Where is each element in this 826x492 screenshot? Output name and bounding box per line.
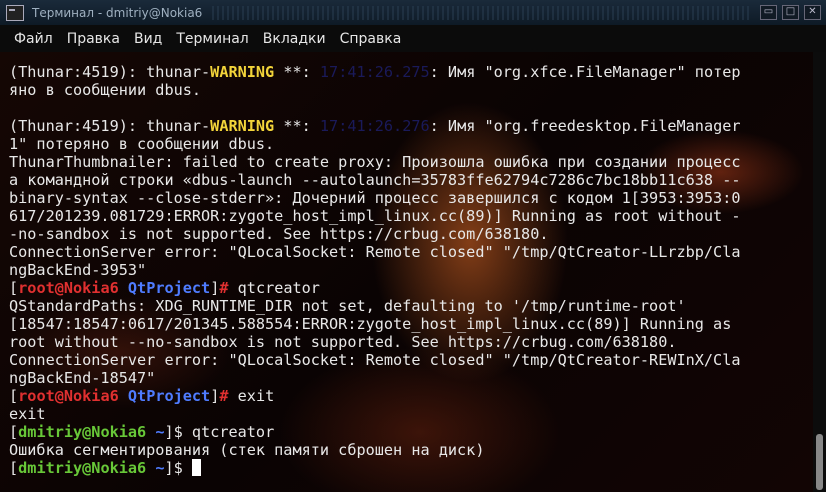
- terminal-text-segment: [: [9, 459, 19, 477]
- menu-view[interactable]: Вид: [127, 31, 169, 47]
- terminal-line: QStandardPaths: XDG_RUNTIME_DIR not set,…: [9, 297, 813, 315]
- terminal-warn-text: WARNING: [210, 63, 275, 81]
- terminal-dim-text: 17:41:26.276: [319, 117, 430, 135]
- terminal-line: [root@Nokia6 QtProject]# exit: [9, 387, 813, 405]
- terminal-text-segment: 1" потеряно в сообщении dbus.: [9, 135, 275, 153]
- terminal-line: [18547:18547:0617/201345.588554:ERROR:zy…: [9, 315, 813, 333]
- terminal-line: -no-sandbox is not supported. See https:…: [9, 225, 813, 243]
- menu-help[interactable]: Справка: [333, 31, 409, 47]
- terminal-text-segment: binary-syntax --close-stderr»: Дочерний …: [9, 189, 741, 207]
- terminal-text-segment: (Thunar:4519): thunar-: [9, 63, 211, 81]
- terminal-text-segment: ]$: [164, 459, 192, 477]
- terminal-text-segment: ]: [210, 279, 220, 297]
- terminal-text-segment: : Имя "org.xfce.FileManager" потер: [429, 63, 741, 81]
- vertical-scrollbar[interactable]: [813, 52, 826, 492]
- terminal-text-segment: [: [9, 423, 19, 441]
- terminal-text-segment: [: [9, 279, 19, 297]
- terminal-text-segment: Ошибка сегментирования (стек памяти сбро…: [9, 441, 485, 459]
- terminal-line: ThunarThumbnailer: failed to create prox…: [9, 153, 813, 171]
- terminal-text-segment: ThunarThumbnailer: failed to create prox…: [9, 153, 741, 171]
- terminal-text-segment: ngBackEnd-3953": [9, 261, 147, 279]
- terminal-blue-text: QtProject: [127, 279, 211, 297]
- terminal-text-segment: ngBackEnd-18547": [9, 369, 156, 387]
- terminal-text-segment: [18547:18547:0617/201345.588554:ERROR:zy…: [9, 315, 732, 333]
- menu-terminal[interactable]: Терминал: [169, 31, 255, 47]
- terminal-line: ConnectionServer error: "QLocalSocket: R…: [9, 243, 813, 261]
- terminal-line: binary-syntax --close-stderr»: Дочерний …: [9, 189, 813, 207]
- title-bar-decoration: [212, 5, 750, 20]
- terminal-line: [dmitriy@Nokia6 ~]$: [9, 459, 813, 477]
- terminal-text-segment: root without --no-sandbox is not support…: [9, 333, 677, 351]
- terminal-text-segment: яно в сообщении dbus.: [9, 81, 202, 99]
- terminal-line: а командной строки «dbus-launch --autola…: [9, 171, 813, 189]
- terminal-red-text: root@Nokia6: [18, 387, 119, 405]
- terminal-line: Ошибка сегментирования (стек памяти сбро…: [9, 441, 813, 459]
- terminal-text-segment: : Имя "org.freedesktop.FileManager: [429, 117, 741, 135]
- terminal-text-segment: exit: [228, 387, 275, 405]
- terminal-cursor: [191, 459, 201, 476]
- terminal-line: exit: [9, 405, 813, 423]
- terminal-text[interactable]: (Thunar:4519): thunar-WARNING **: 17:41:…: [0, 52, 813, 477]
- terminal-app-icon: [6, 4, 24, 21]
- terminal-text-segment: 617/201239.081729:ERROR:zygote_host_impl…: [9, 207, 741, 225]
- terminal-line: [root@Nokia6 QtProject]# qtcreator: [9, 279, 813, 297]
- terminal-text-segment: [: [9, 387, 19, 405]
- terminal-text-segment: (Thunar:4519): thunar-: [9, 117, 211, 135]
- terminal-green-text: dmitriy@Nokia6: [18, 459, 147, 477]
- terminal-line: яно в сообщении dbus.: [9, 81, 813, 99]
- terminal-text-segment: -no-sandbox is not supported. See https:…: [9, 225, 549, 243]
- terminal-text-segment: ]: [210, 387, 220, 405]
- menu-file[interactable]: Файл: [0, 31, 60, 47]
- menu-tabs[interactable]: Вкладки: [256, 31, 333, 47]
- window-title: Терминал - dmitriy@Nokia6: [32, 5, 203, 20]
- close-button[interactable]: ✕: [804, 5, 821, 20]
- terminal-red-text: root@Nokia6: [18, 279, 119, 297]
- terminal-line: [dmitriy@Nokia6 ~]$ qtcreator: [9, 423, 813, 441]
- title-bar[interactable]: Терминал - dmitriy@Nokia6 ▭ □ ✕: [0, 0, 826, 25]
- terminal-warn-text: WARNING: [210, 117, 275, 135]
- terminal-red-text: #: [219, 279, 229, 297]
- terminal-line: 1" потеряно в сообщении dbus.: [9, 135, 813, 153]
- terminal-text-segment: exit: [9, 405, 46, 423]
- terminal-text-segment: ConnectionServer error: "QLocalSocket: R…: [9, 243, 741, 261]
- terminal-text-segment: QStandardPaths: XDG_RUNTIME_DIR not set,…: [9, 297, 686, 315]
- scrollbar-thumb[interactable]: [816, 434, 823, 490]
- terminal-dim-text: 17:41:26.275: [319, 63, 430, 81]
- terminal-green-text: dmitriy@Nokia6: [18, 423, 147, 441]
- terminal-text-segment: qtcreator: [228, 279, 320, 297]
- terminal-text-segment: **:: [274, 117, 320, 135]
- terminal-text-segment: **:: [274, 63, 320, 81]
- terminal-window: Терминал - dmitriy@Nokia6 ▭ □ ✕ Файл Пра…: [0, 0, 826, 492]
- terminal-line: (Thunar:4519): thunar-WARNING **: 17:41:…: [9, 117, 813, 135]
- terminal-line: ngBackEnd-3953": [9, 261, 813, 279]
- terminal-line: root without --no-sandbox is not support…: [9, 333, 813, 351]
- menu-edit[interactable]: Правка: [60, 31, 127, 47]
- terminal-output[interactable]: (Thunar:4519): thunar-WARNING **: 17:41:…: [0, 52, 813, 492]
- terminal-text-segment: ConnectionServer error: "QLocalSocket: R…: [9, 351, 741, 369]
- terminal-text-segment: а командной строки «dbus-launch --autola…: [9, 171, 741, 189]
- terminal-line: ConnectionServer error: "QLocalSocket: R…: [9, 351, 813, 369]
- terminal-text-segment: ]$ qtcreator: [164, 423, 275, 441]
- menu-bar: Файл Правка Вид Терминал Вкладки Справка: [0, 25, 826, 52]
- minimize-button[interactable]: ▭: [760, 5, 777, 20]
- maximize-button[interactable]: □: [782, 5, 799, 20]
- terminal-line: 617/201239.081729:ERROR:zygote_host_impl…: [9, 207, 813, 225]
- terminal-line: (Thunar:4519): thunar-WARNING **: 17:41:…: [9, 63, 813, 81]
- terminal-line: ngBackEnd-18547": [9, 369, 813, 387]
- terminal-red-text: #: [219, 387, 229, 405]
- terminal-blue-text: QtProject: [127, 387, 211, 405]
